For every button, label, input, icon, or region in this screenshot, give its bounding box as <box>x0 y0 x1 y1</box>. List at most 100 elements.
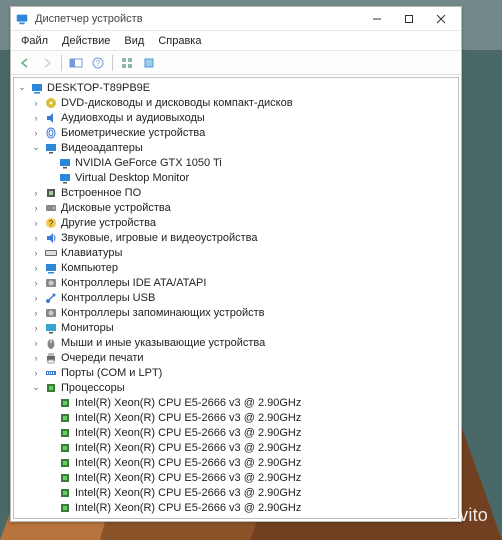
back-button[interactable] <box>15 54 35 72</box>
category-usb[interactable]: › Контроллеры USB <box>28 290 458 305</box>
category-ide[interactable]: ›Контроллеры IDE ATA/ATAPI <box>28 275 458 290</box>
printer-icon <box>44 351 58 365</box>
tree-item-label: Мыши и иные указывающие устройства <box>60 337 265 349</box>
expand-toggle[interactable]: › <box>30 353 42 363</box>
cpu-icon <box>44 381 58 395</box>
help-toolbar-button[interactable]: ? <box>88 54 108 72</box>
device-manager-window: Диспетчер устройств Файл Действие Вид Сп… <box>10 6 462 522</box>
audio-icon <box>44 111 58 125</box>
cpu-icon <box>58 396 72 410</box>
tree-item-label: Звуковые, игровые и видеоустройства <box>60 232 258 244</box>
tree-item-label: Контроллеры запоминающих устройств <box>60 307 264 319</box>
category-monitors[interactable]: › Мониторы <box>28 320 458 335</box>
cpu-icon <box>58 486 72 500</box>
cpu-core-5[interactable]: Intel(R) Xeon(R) CPU E5-2666 v3 @ 2.90GH… <box>42 470 458 485</box>
category-computer[interactable]: ›Компьютер <box>28 260 458 275</box>
category-firmware[interactable]: ›Встроенное ПО <box>28 185 458 200</box>
cpu-core-0[interactable]: Intel(R) Xeon(R) CPU E5-2666 v3 @ 2.90GH… <box>42 395 458 410</box>
expand-toggle[interactable]: › <box>30 293 42 303</box>
show-hidden-button[interactable] <box>66 54 86 72</box>
expand-toggle[interactable]: › <box>30 248 42 258</box>
tree-item-label: Intel(R) Xeon(R) CPU E5-2666 v3 @ 2.90GH… <box>74 427 301 439</box>
expand-toggle[interactable]: ⌄ <box>16 82 28 93</box>
expand-toggle[interactable]: › <box>30 113 42 123</box>
pc-icon <box>30 81 44 95</box>
tree-root[interactable]: ⌄ DESKTOP-T89PB9E <box>14 80 458 95</box>
category-storage[interactable]: › Контроллеры запоминающих устройств <box>28 305 458 320</box>
svg-text:?: ? <box>49 219 54 228</box>
expand-toggle[interactable]: › <box>30 203 42 213</box>
cpu-core-1[interactable]: Intel(R) Xeon(R) CPU E5-2666 v3 @ 2.90GH… <box>42 410 458 425</box>
tree-item-label: Intel(R) Xeon(R) CPU E5-2666 v3 @ 2.90GH… <box>74 457 301 469</box>
cpu-core-2[interactable]: Intel(R) Xeon(R) CPU E5-2666 v3 @ 2.90GH… <box>42 425 458 440</box>
menu-file[interactable]: Файл <box>15 33 54 49</box>
pc-icon <box>44 261 58 275</box>
close-button[interactable] <box>425 8 457 30</box>
device-tree-container[interactable]: ⌄ DESKTOP-T89PB9E›DVD-дисководы и дисково… <box>13 77 459 519</box>
category-cpu[interactable]: ⌄ Процессоры <box>28 380 458 395</box>
titlebar[interactable]: Диспетчер устройств <box>11 7 461 31</box>
expand-toggle[interactable]: ⌄ <box>30 142 42 153</box>
devices-by-type-button[interactable] <box>117 54 137 72</box>
expand-toggle[interactable]: › <box>30 368 42 378</box>
disc-icon <box>44 96 58 110</box>
watermark: Avito <box>447 505 488 526</box>
device-gpu-nvidia[interactable]: NVIDIA GeForce GTX 1050 Ti <box>42 155 458 170</box>
tree-item-label: Virtual Desktop Monitor <box>74 172 189 184</box>
tree-item-label: Клавиатуры <box>60 247 122 259</box>
category-sound[interactable]: › Звуковые, игровые и видеоустройства <box>28 230 458 245</box>
display-icon <box>44 141 58 155</box>
tree-item-label: Intel(R) Xeon(R) CPU E5-2666 v3 @ 2.90GH… <box>74 487 301 499</box>
devices-by-connection-button[interactable] <box>139 54 159 72</box>
minimize-button[interactable] <box>361 8 393 30</box>
category-keyboard[interactable]: › Клавиатуры <box>28 245 458 260</box>
cpu-core-8[interactable]: Intel(R) Xeon(R) CPU E5-2666 v3 @ 2.90GH… <box>42 515 458 519</box>
category-display[interactable]: ⌄Видеоадаптеры <box>28 140 458 155</box>
cpu-icon <box>58 426 72 440</box>
unknown-icon: ? <box>44 216 58 230</box>
display-icon <box>58 171 72 185</box>
expand-toggle[interactable]: › <box>30 218 42 228</box>
device-gpu-vdm[interactable]: Virtual Desktop Monitor <box>42 170 458 185</box>
cpu-icon <box>58 441 72 455</box>
category-print[interactable]: ›Очереди печати <box>28 350 458 365</box>
category-audio-in[interactable]: › Аудиовходы и аудиовыходы <box>28 110 458 125</box>
cpu-icon <box>58 471 72 485</box>
cpu-core-4[interactable]: Intel(R) Xeon(R) CPU E5-2666 v3 @ 2.90GH… <box>42 455 458 470</box>
tree-item-label: Процессоры <box>60 382 125 394</box>
expand-toggle[interactable]: › <box>30 278 42 288</box>
expand-toggle[interactable]: › <box>30 263 42 273</box>
tree-item-label: Контроллеры USB <box>60 292 155 304</box>
menu-action[interactable]: Действие <box>56 33 116 49</box>
expand-toggle[interactable]: › <box>30 338 42 348</box>
tree-item-label: DESKTOP-T89PB9E <box>46 82 150 94</box>
menu-view[interactable]: Вид <box>118 33 150 49</box>
expand-toggle[interactable]: ⌄ <box>30 382 42 393</box>
tree-item-label: Мониторы <box>60 322 114 334</box>
category-ports[interactable]: ›Порты (COM и LPT) <box>28 365 458 380</box>
tree-item-label: Intel(R) Xeon(R) CPU E5-2666 v3 @ 2.90GH… <box>74 502 301 514</box>
expand-toggle[interactable]: › <box>30 323 42 333</box>
forward-button[interactable] <box>37 54 57 72</box>
tree-item-label: Биометрические устройства <box>60 127 205 139</box>
cpu-core-6[interactable]: Intel(R) Xeon(R) CPU E5-2666 v3 @ 2.90GH… <box>42 485 458 500</box>
expand-toggle[interactable]: › <box>30 128 42 138</box>
menu-help[interactable]: Справка <box>152 33 207 49</box>
cpu-core-7[interactable]: Intel(R) Xeon(R) CPU E5-2666 v3 @ 2.90GH… <box>42 500 458 515</box>
expand-toggle[interactable]: › <box>30 233 42 243</box>
expand-toggle[interactable]: › <box>30 98 42 108</box>
tree-item-label: Аудиовходы и аудиовыходы <box>60 112 205 124</box>
cpu-core-3[interactable]: Intel(R) Xeon(R) CPU E5-2666 v3 @ 2.90GH… <box>42 440 458 455</box>
window-controls <box>361 8 457 30</box>
category-other[interactable]: ›?Другие устройства <box>28 215 458 230</box>
category-dvd[interactable]: ›DVD-дисководы и дисководы компакт-диско… <box>28 95 458 110</box>
tree-item-label: Дисковые устройства <box>60 202 171 214</box>
maximize-button[interactable] <box>393 8 425 30</box>
expand-toggle[interactable]: › <box>30 188 42 198</box>
expand-toggle[interactable]: › <box>30 308 42 318</box>
app-icon <box>15 12 29 26</box>
cpu-icon <box>58 501 72 515</box>
category-biometric[interactable]: › Биометрические устройства <box>28 125 458 140</box>
category-disk[interactable]: › Дисковые устройства <box>28 200 458 215</box>
category-mouse[interactable]: › Мыши и иные указывающие устройства <box>28 335 458 350</box>
